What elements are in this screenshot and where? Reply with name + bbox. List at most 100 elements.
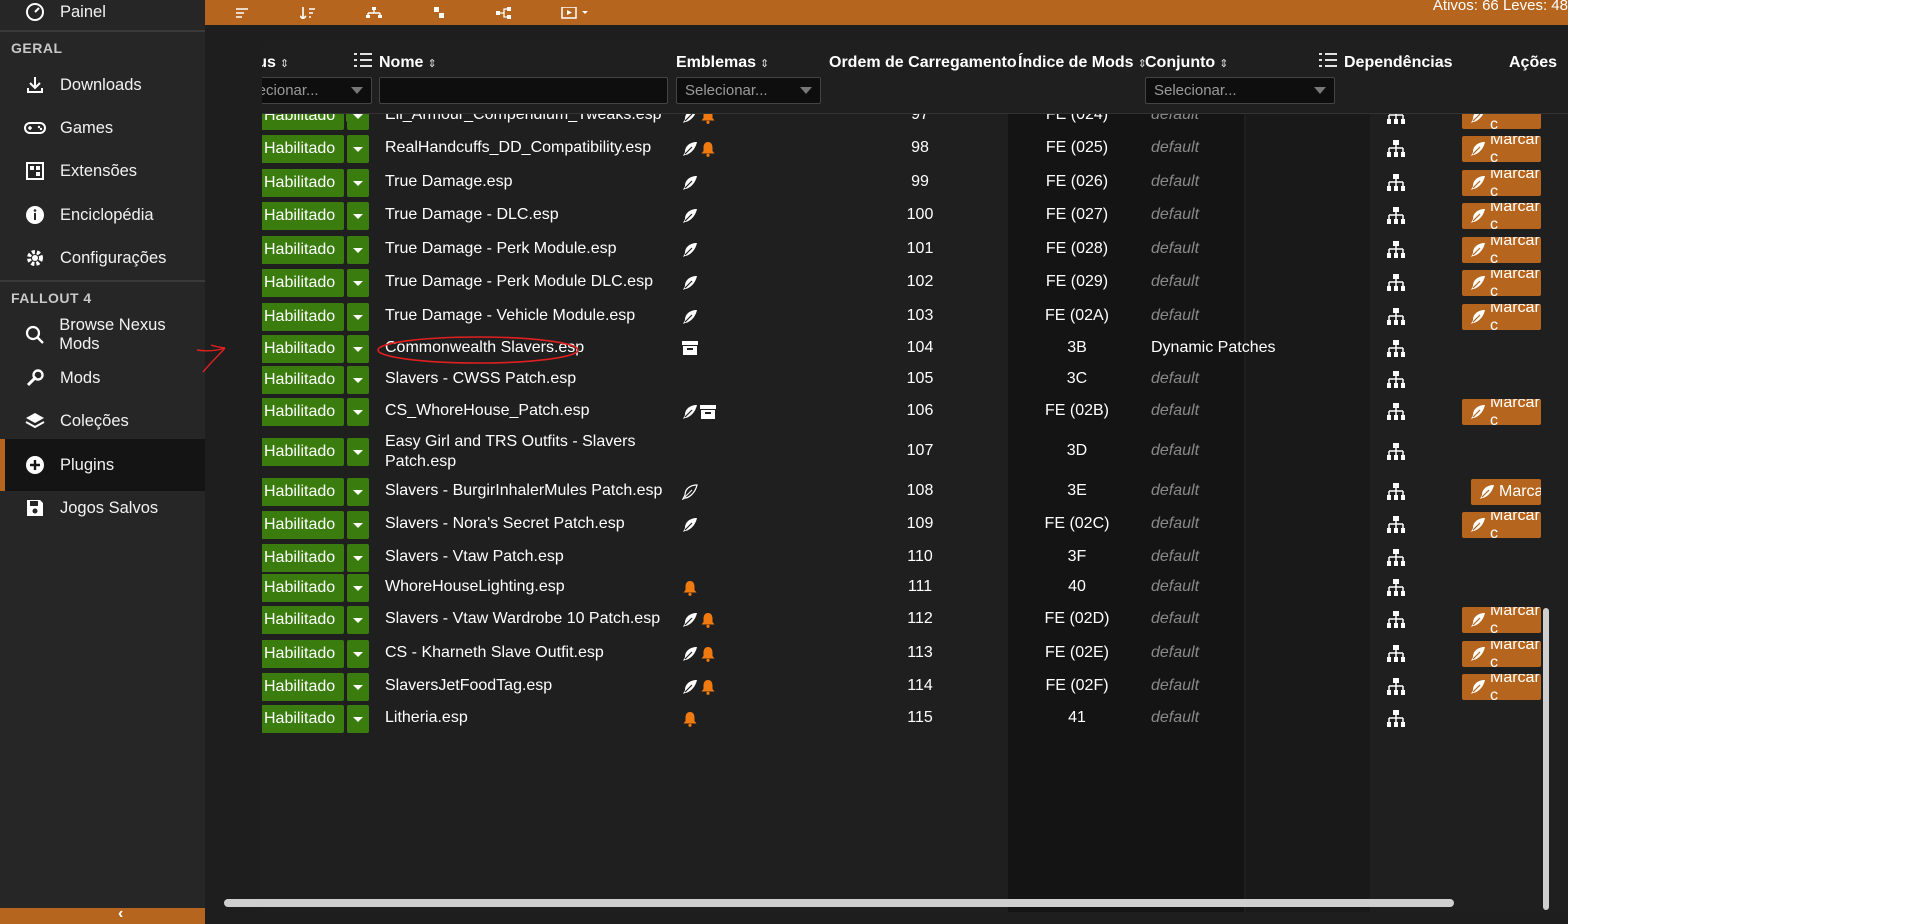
sort-order-icon[interactable] xyxy=(294,0,322,25)
header-load-order[interactable]: Ordem de Carregamento ⌃ xyxy=(829,54,1030,72)
dependencies-icon[interactable] xyxy=(1387,611,1407,631)
mark-light-button[interactable]: Marcar c xyxy=(1462,674,1541,700)
column-list-icon[interactable] xyxy=(1319,52,1337,73)
status-filter-select[interactable]: Selecionar... xyxy=(262,77,372,104)
mark-light-button[interactable]: Marcar c xyxy=(1462,304,1541,330)
dependencies-icon[interactable] xyxy=(1387,516,1407,536)
plugin-name[interactable]: CS_WhoreHouse_Patch.esp xyxy=(385,402,590,420)
group-value[interactable]: default xyxy=(1151,709,1199,727)
status-dropdown[interactable] xyxy=(347,335,369,363)
plugin-name[interactable]: Slavers - Vtaw Patch.esp xyxy=(385,548,564,566)
sidebar-item-saves[interactable]: Jogos Salvos xyxy=(0,482,205,534)
mark-light-button[interactable]: Marcar c xyxy=(1462,641,1541,667)
status-button[interactable]: Habilitado xyxy=(262,169,344,197)
plugin-name[interactable]: Easy Girl and TRS Outfits - Slavers Patch… xyxy=(385,432,635,472)
status-button[interactable]: Habilitado xyxy=(262,303,344,331)
status-dropdown[interactable] xyxy=(347,169,369,197)
group-value[interactable]: default xyxy=(1151,482,1199,500)
status-dropdown[interactable] xyxy=(347,398,369,426)
header-badges[interactable]: Emblemas ⇕ xyxy=(676,54,769,72)
sort-list-icon[interactable] xyxy=(230,0,258,25)
dependencies-icon[interactable] xyxy=(1387,443,1407,463)
group-filter-select[interactable]: Selecionar... xyxy=(1145,77,1335,104)
mark-light-button[interactable]: Marcar c xyxy=(1462,237,1541,263)
mark-light-button[interactable]: Marcar c xyxy=(1462,136,1541,162)
status-button[interactable]: Habilitado xyxy=(262,544,344,572)
status-button[interactable]: Habilitado xyxy=(262,398,344,426)
group-value[interactable]: Dynamic Patches xyxy=(1151,339,1276,357)
plugin-name[interactable]: Commonwealth Slavers.esp xyxy=(385,339,584,357)
mark-light-button[interactable]: Marcar c xyxy=(1462,607,1541,633)
status-dropdown[interactable] xyxy=(347,705,369,733)
mark-light-button[interactable]: Marcar xyxy=(1471,479,1541,505)
status-dropdown[interactable] xyxy=(347,574,369,602)
status-button[interactable]: Habilitado xyxy=(262,236,344,264)
dependencies-icon[interactable] xyxy=(1387,241,1407,261)
plugin-name[interactable]: Slavers - BurgirInhalerMules Patch.esp xyxy=(385,482,662,500)
status-dropdown[interactable] xyxy=(347,236,369,264)
dependencies-icon[interactable] xyxy=(1387,549,1407,569)
dependencies-icon[interactable] xyxy=(1387,371,1407,391)
plugin-name[interactable]: SlaversJetFoodTag.esp xyxy=(385,677,552,695)
plugin-name[interactable]: Slavers - CWSS Patch.esp xyxy=(385,370,576,388)
mark-light-button[interactable]: Marcar c xyxy=(1462,203,1541,229)
dependencies-icon[interactable] xyxy=(1387,308,1407,328)
status-button[interactable]: Habilitado xyxy=(262,705,344,733)
plugin-name[interactable]: RealHandcuffs_DD_Compatibility.esp xyxy=(385,139,651,157)
plugin-name[interactable]: CS - Kharneth Slave Outfit.esp xyxy=(385,644,604,662)
horizontal-scrollbar[interactable] xyxy=(224,899,1454,907)
status-dropdown[interactable] xyxy=(347,135,369,163)
vertical-scrollbar[interactable] xyxy=(1543,608,1549,910)
group-value[interactable]: default xyxy=(1151,402,1199,420)
group-value[interactable]: default xyxy=(1151,677,1199,695)
status-dropdown[interactable] xyxy=(347,511,369,539)
plugin-name[interactable]: True Damage.esp xyxy=(385,173,512,191)
dependencies-icon[interactable] xyxy=(1387,207,1407,227)
status-dropdown[interactable] xyxy=(347,438,369,466)
mark-light-button[interactable]: Marcar c xyxy=(1462,512,1541,538)
dependencies-icon[interactable] xyxy=(1387,579,1407,599)
dependencies-icon[interactable] xyxy=(1387,645,1407,665)
split-icon[interactable] xyxy=(425,0,453,25)
dependencies-icon[interactable] xyxy=(1387,403,1407,423)
status-dropdown[interactable] xyxy=(347,606,369,634)
status-button[interactable]: Habilitado xyxy=(262,438,344,466)
status-dropdown[interactable] xyxy=(347,269,369,297)
dependencies-icon[interactable] xyxy=(1387,140,1407,160)
group-value[interactable]: default xyxy=(1151,370,1199,388)
group-value[interactable]: default xyxy=(1151,139,1199,157)
plugin-name[interactable]: Slavers - Vtaw Wardrobe 10 Patch.esp xyxy=(385,610,660,628)
group-value[interactable]: default xyxy=(1151,578,1199,596)
status-button[interactable]: Habilitado xyxy=(262,606,344,634)
status-button[interactable]: Habilitado xyxy=(262,135,344,163)
group-value[interactable]: default xyxy=(1151,515,1199,533)
dependencies-icon[interactable] xyxy=(1387,710,1407,730)
header-group[interactable]: Conjunto ⇕ xyxy=(1145,54,1228,72)
group-value[interactable]: default xyxy=(1151,240,1199,258)
sidebar-item-settings[interactable]: Configurações xyxy=(0,232,205,284)
sidebar-collapse-button[interactable]: ‹ xyxy=(0,905,205,924)
play-menu-icon[interactable] xyxy=(556,0,596,25)
dependencies-icon[interactable] xyxy=(1387,483,1407,503)
column-list-icon[interactable] xyxy=(354,52,372,73)
group-value[interactable]: default xyxy=(1151,307,1199,325)
status-dropdown[interactable] xyxy=(347,202,369,230)
mark-light-button[interactable]: Marcar c xyxy=(1462,170,1541,196)
group-value[interactable]: default xyxy=(1151,442,1199,460)
tree-icon[interactable] xyxy=(490,0,518,25)
header-name[interactable]: Nome ⇕ xyxy=(379,54,437,72)
group-value[interactable]: default xyxy=(1151,610,1199,628)
hierarchy-icon[interactable] xyxy=(360,0,388,25)
plugin-name[interactable]: True Damage - Perk Module DLC.esp xyxy=(385,273,653,291)
dependencies-icon[interactable] xyxy=(1387,174,1407,194)
status-button[interactable]: Habilitado xyxy=(262,574,344,602)
header-mod-index[interactable]: Índice de Mods ⇕ xyxy=(1018,54,1147,72)
status-button[interactable]: Habilitado xyxy=(262,673,344,701)
status-dropdown[interactable] xyxy=(347,640,369,668)
status-dropdown[interactable] xyxy=(347,673,369,701)
status-button[interactable]: Habilitado xyxy=(262,202,344,230)
status-dropdown[interactable] xyxy=(347,544,369,572)
name-filter-input[interactable] xyxy=(379,77,668,104)
group-value[interactable]: default xyxy=(1151,644,1199,662)
sidebar-item-painel[interactable]: Painel xyxy=(0,0,205,38)
